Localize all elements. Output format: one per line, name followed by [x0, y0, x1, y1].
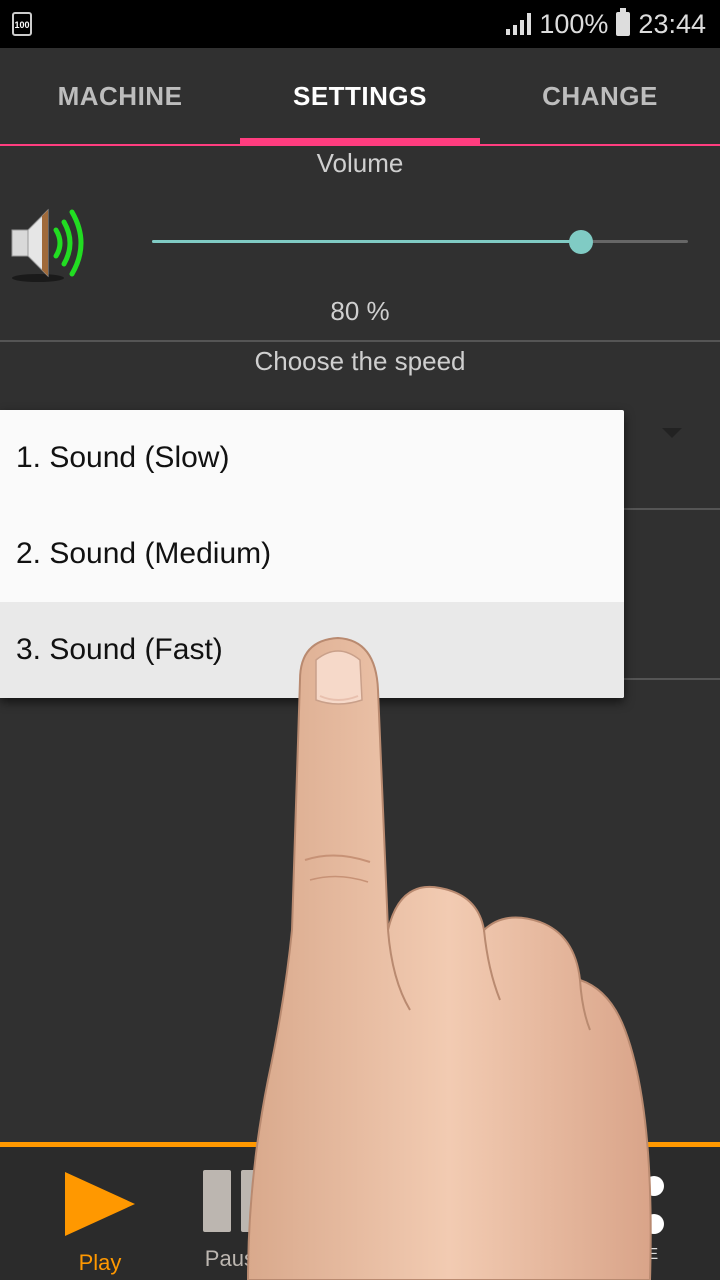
clock: 23:44 — [638, 8, 706, 39]
speed-dropdown-menu: 1. Sound (Slow) 2. Sound (Medium) 3. Sou… — [0, 410, 624, 698]
divider — [0, 340, 720, 342]
more-label: RE — [636, 1246, 659, 1263]
play-icon — [65, 1172, 135, 1236]
tab-settings[interactable]: SETTINGS — [240, 48, 480, 144]
dropdown-option-medium[interactable]: 2. Sound (Medium) — [0, 506, 624, 602]
dropdown-option-slow[interactable]: 1. Sound (Slow) — [0, 410, 624, 506]
status-bar: 100 100% 23:44 — [0, 0, 720, 48]
more-icon — [644, 1214, 664, 1234]
signal-icon — [506, 13, 532, 35]
volume-label: Volume — [316, 148, 404, 178]
dropdown-option-fast[interactable]: 3. Sound (Fast) — [0, 602, 624, 698]
divider — [624, 508, 720, 510]
tab-bar: MACHINE SETTINGS CHANGE — [0, 48, 720, 144]
play-button[interactable]: Play — [50, 1166, 150, 1275]
pause-button[interactable]: Pause — [196, 1170, 276, 1271]
tab-underline — [0, 144, 720, 146]
more-button[interactable]: RE — [636, 1176, 680, 1272]
battery-icon — [616, 8, 631, 36]
dropdown-arrow-icon[interactable] — [662, 428, 682, 438]
divider — [624, 678, 720, 680]
tab-machine[interactable]: MACHINE — [0, 48, 240, 144]
volume-slider-fill — [152, 240, 581, 243]
volume-slider[interactable] — [152, 226, 688, 258]
speaker-icon — [11, 208, 84, 282]
battery-percent: 100% — [539, 8, 609, 39]
speed-label: Choose the speed — [254, 346, 466, 376]
battery-notification-label: 100 — [14, 20, 30, 30]
battery-notification-icon: 100 — [12, 12, 32, 36]
tab-change[interactable]: CHANGE — [480, 48, 720, 144]
pause-icon — [203, 1170, 269, 1232]
more-icon — [644, 1176, 664, 1196]
play-label: Play — [78, 1250, 122, 1275]
bottom-bar-accent-line — [0, 1142, 720, 1147]
volume-slider-thumb[interactable] — [568, 230, 593, 254]
status-icons: 100% 23:44 — [506, 8, 706, 40]
pause-label: Pause — [204, 1246, 268, 1271]
volume-value: 80 % — [330, 296, 390, 326]
